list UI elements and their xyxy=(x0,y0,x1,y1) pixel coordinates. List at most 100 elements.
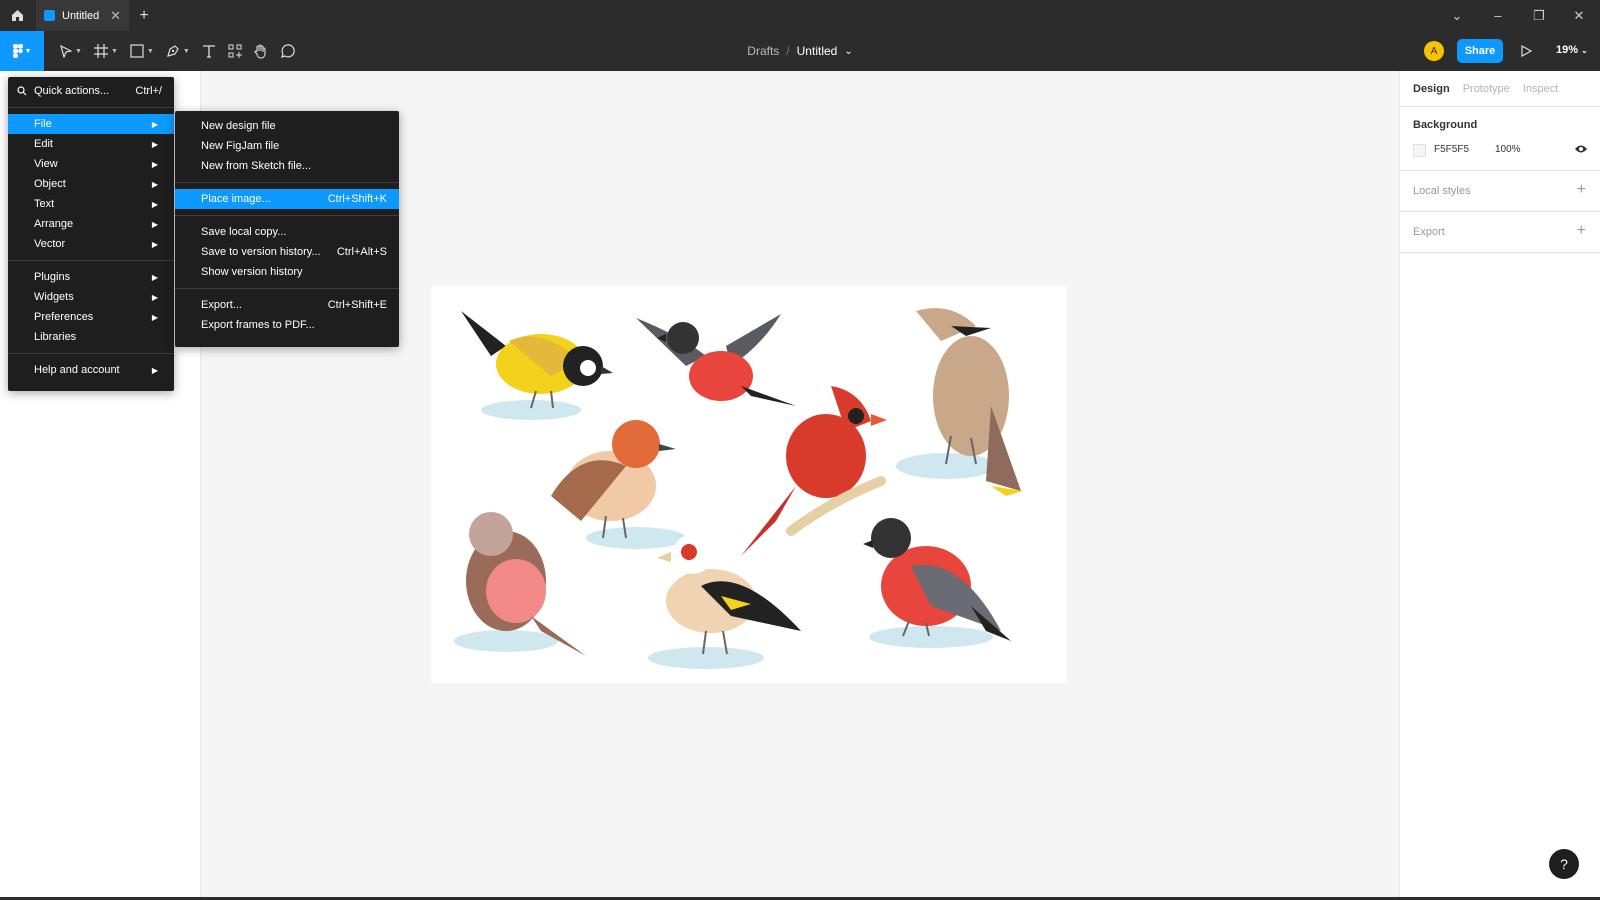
menu-item-label: View xyxy=(34,158,58,170)
move-tool[interactable]: ▼ xyxy=(54,31,88,71)
submenu-arrow-icon: ▶ xyxy=(151,239,158,249)
menu-item-text[interactable]: Text ▶ xyxy=(8,194,174,214)
present-button[interactable] xyxy=(1517,42,1535,60)
avatar[interactable]: A xyxy=(1424,41,1444,61)
submenu-item-export[interactable]: Export... Ctrl+Shift+E xyxy=(175,295,399,315)
background-section: Background F5F5F5 100% xyxy=(1400,107,1600,171)
bird-illustration-image[interactable] xyxy=(431,286,1067,683)
submenu-item-label: Show version history xyxy=(201,266,303,278)
birds-artwork xyxy=(454,308,1023,669)
home-button[interactable] xyxy=(0,0,34,31)
pen-tool[interactable]: ▼ xyxy=(160,31,196,71)
export-title: Export xyxy=(1413,226,1445,238)
submenu-item-label: Save to version history... xyxy=(201,246,321,258)
hand-tool-icon xyxy=(254,43,266,59)
help-button[interactable]: ? xyxy=(1549,849,1579,879)
frame-tool-icon xyxy=(93,44,108,58)
submenu-item-save-to-version-history[interactable]: Save to version history... Ctrl+Alt+S xyxy=(175,242,399,262)
submenu-item-new-from-sketch[interactable]: New from Sketch file... xyxy=(175,156,399,176)
eye-icon xyxy=(1575,145,1587,153)
figma-logo-icon xyxy=(12,44,23,58)
chevron-down-icon: ▼ xyxy=(182,47,190,55)
comment-tool[interactable] xyxy=(274,31,301,71)
submenu-item-new-design-file[interactable]: New design file xyxy=(175,116,399,136)
add-style-button[interactable]: + xyxy=(1577,182,1586,198)
chevron-down-icon[interactable]: ⌄ xyxy=(844,46,852,57)
menu-item-object[interactable]: Object ▶ xyxy=(8,174,174,194)
tab-inspect[interactable]: Inspect xyxy=(1523,83,1558,95)
background-color-swatch[interactable] xyxy=(1413,144,1426,157)
menu-item-vector[interactable]: Vector ▶ xyxy=(8,234,174,254)
move-tool-icon xyxy=(60,44,72,58)
tab-design[interactable]: Design xyxy=(1413,83,1450,95)
menu-item-libraries[interactable]: Libraries xyxy=(8,327,174,347)
menu-item-label: Help and account xyxy=(34,364,120,376)
main-menu: Quick actions... Ctrl+/ File ▶ Edit ▶ View… xyxy=(8,77,174,391)
shape-tool-icon xyxy=(130,44,144,58)
local-styles-section: Local styles + xyxy=(1400,171,1600,212)
main-menu-button[interactable]: ▼ xyxy=(0,31,44,71)
menu-item-widgets[interactable]: Widgets ▶ xyxy=(8,287,174,307)
home-icon xyxy=(11,10,23,21)
submenu-arrow-icon: ▶ xyxy=(151,365,158,375)
tab-close-button[interactable]: ✕ xyxy=(110,8,121,24)
menu-item-view[interactable]: View ▶ xyxy=(8,154,174,174)
window-dropdown-button[interactable]: ⌄ xyxy=(1436,0,1478,31)
menu-item-label: Arrange xyxy=(34,218,74,230)
toolbar: ▼ ▼ ▼ ▼ ▼ Drafts / Untitled ⌄ A Share 19… xyxy=(0,31,1600,71)
file-name[interactable]: Untitled xyxy=(797,44,838,58)
properties-panel: Design Prototype Inspect Background F5F5… xyxy=(1399,71,1600,900)
submenu-item-save-local-copy[interactable]: Save local copy... xyxy=(175,222,399,242)
play-icon xyxy=(1521,45,1532,57)
menu-item-edit[interactable]: Edit ▶ xyxy=(8,134,174,154)
tab-title: Untitled xyxy=(62,9,100,22)
menu-divider xyxy=(8,260,174,261)
menu-divider xyxy=(8,107,174,108)
quick-actions-label: Quick actions... xyxy=(34,85,110,97)
submenu-arrow-icon: ▶ xyxy=(151,139,158,149)
new-tab-button[interactable]: + xyxy=(129,7,159,25)
restore-button[interactable]: ❐ xyxy=(1518,0,1560,31)
visibility-toggle[interactable] xyxy=(1574,144,1588,157)
tab-prototype[interactable]: Prototype xyxy=(1463,83,1510,95)
add-export-button[interactable]: + xyxy=(1577,223,1586,239)
menu-item-arrange[interactable]: Arrange ▶ xyxy=(8,214,174,234)
file-tab[interactable]: Untitled ✕ xyxy=(36,0,129,31)
menu-item-plugins[interactable]: Plugins ▶ xyxy=(8,267,174,287)
share-button[interactable]: Share xyxy=(1457,39,1503,63)
text-tool[interactable] xyxy=(196,31,222,71)
breadcrumb-drafts[interactable]: Drafts xyxy=(747,44,779,58)
submenu-arrow-icon: ▶ xyxy=(151,272,158,282)
menu-item-label: Widgets xyxy=(34,291,74,303)
frame-tool[interactable]: ▼ xyxy=(88,31,124,71)
quick-actions-shortcut: Ctrl+/ xyxy=(135,85,162,97)
cardinal-bird xyxy=(741,386,887,556)
quick-actions-item[interactable]: Quick actions... Ctrl+/ xyxy=(8,81,174,101)
menu-item-label: Libraries xyxy=(34,331,77,343)
chevron-down-icon: ▼ xyxy=(146,47,154,55)
menu-item-label: File xyxy=(34,118,52,130)
close-window-button[interactable]: ✕ xyxy=(1558,0,1600,31)
background-opacity-input[interactable]: 100% xyxy=(1495,144,1521,155)
submenu-item-export-frames-pdf[interactable]: Export frames to PDF... xyxy=(175,315,399,335)
submenu-arrow-icon: ▶ xyxy=(151,179,158,189)
shape-tool[interactable]: ▼ xyxy=(124,31,160,71)
chevron-down-icon: ▼ xyxy=(110,47,118,55)
goldfinch-bird xyxy=(657,534,801,655)
submenu-item-show-version-history[interactable]: Show version history xyxy=(175,262,399,282)
background-hex-input[interactable]: F5F5F5 xyxy=(1434,144,1469,155)
resources-icon xyxy=(228,44,242,58)
breadcrumb-separator: / xyxy=(786,44,790,58)
menu-item-preferences[interactable]: Preferences ▶ xyxy=(8,307,174,327)
chevron-down-icon: ⌄ xyxy=(1581,46,1588,55)
minimize-button[interactable]: – xyxy=(1477,0,1519,31)
hand-tool[interactable] xyxy=(248,31,274,71)
local-styles-title: Local styles xyxy=(1413,185,1471,197)
menu-item-file[interactable]: File ▶ xyxy=(8,114,174,134)
menu-item-help-and-account[interactable]: Help and account ▶ xyxy=(8,360,174,380)
submenu-item-new-figjam-file[interactable]: New FigJam file xyxy=(175,136,399,156)
zoom-dropdown[interactable]: 19% ⌄ xyxy=(1556,44,1588,56)
submenu-item-place-image[interactable]: Place image... Ctrl+Shift+K xyxy=(175,189,399,209)
resources-tool[interactable] xyxy=(222,31,248,71)
title-bar: Untitled ✕ + ⌄ – ❐ ✕ xyxy=(0,0,1600,31)
